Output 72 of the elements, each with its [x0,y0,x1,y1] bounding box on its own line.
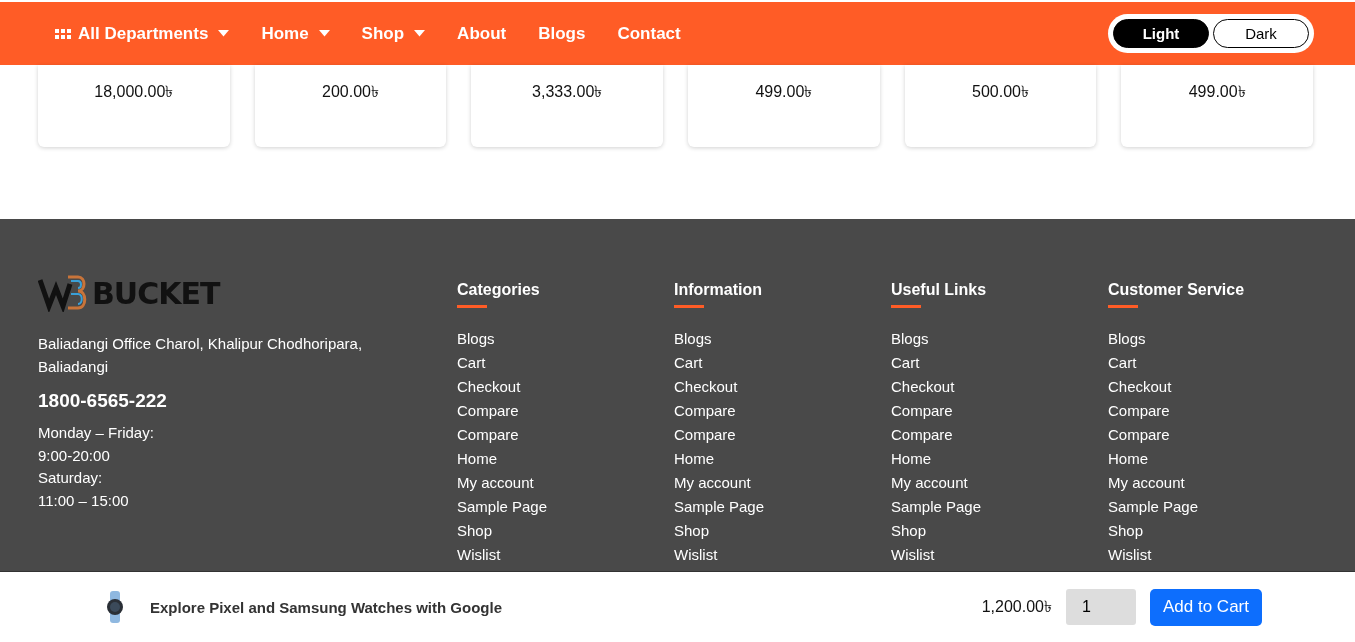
heading-underline [1108,305,1138,308]
footer-link[interactable]: Shop [457,519,493,543]
column-heading: Useful Links [891,281,987,299]
footer-link[interactable]: Checkout [674,375,738,399]
footer-link[interactable]: My account [457,471,534,495]
product-price: 3,333.00৳ [532,82,603,99]
footer-link[interactable]: My account [1108,471,1185,495]
heading-underline [457,305,487,308]
footer-link[interactable]: Compare [891,423,953,447]
caret-icon [414,30,426,37]
footer-link[interactable]: Checkout [457,375,521,399]
footer-link[interactable]: Sample Page [891,495,982,519]
footer-link[interactable]: Wislist [891,543,935,567]
product-price: 18,000.00৳ [94,82,174,99]
heading-underline [674,305,704,308]
quantity-field[interactable]: 1 [1066,589,1136,625]
footer-link[interactable]: Compare [1108,399,1170,423]
footer-link[interactable]: Compare [674,399,736,423]
footer-link[interactable]: Compare [891,399,953,423]
footer-link[interactable]: Shop [1108,519,1144,543]
footer-link[interactable]: Cart [891,351,920,375]
footer-link[interactable]: Home [891,447,931,471]
footer-link[interactable]: Cart [674,351,703,375]
footer-link[interactable]: Blogs [891,327,929,351]
footer-link[interactable]: Shop [891,519,927,543]
product-price: 499.00৳ [755,82,813,99]
footer-link[interactable]: Checkout [1108,375,1172,399]
footer-link[interactable]: Blogs [457,327,495,351]
product-price: 200.00৳ [322,82,379,99]
footer-link[interactable]: Cart [457,351,486,375]
footer-link[interactable]: Compare [1108,423,1170,447]
logo-text: BUCKET [92,275,220,311]
caret-icon [218,30,230,37]
watch-icon [105,591,125,623]
footer-link[interactable]: My account [674,471,751,495]
footer-link[interactable]: Compare [457,423,519,447]
column-heading: Categories [457,281,540,299]
footer-link[interactable]: Sample Page [674,495,765,519]
heading-underline [891,305,921,308]
footer-link[interactable]: Shop [674,519,710,543]
footer-link[interactable]: Home [674,447,714,471]
footer-link[interactable]: Wislist [1108,543,1152,567]
product-price: 499.00৳ [1188,82,1246,99]
footer-link[interactable]: Compare [457,399,519,423]
address-text: Baliadangi Office Charol, Khalipur Chodhoripara, Baliadangi [38,334,364,377]
product-name: Explore Pixel and Samsung Watches with Google [150,598,503,616]
footer-link[interactable]: Compare [674,423,736,447]
column-heading: Information [674,281,762,299]
footer-link[interactable]: Blogs [674,327,712,351]
caret-icon [318,30,330,37]
footer-link[interactable]: Wislist [457,543,501,567]
hours-text: Monday – Friday: [38,423,155,443]
footer-link[interactable]: Checkout [891,375,955,399]
footer-link[interactable]: Blogs [1108,327,1146,351]
phone-number: 1800-6565-222 [38,390,168,412]
footer-link[interactable]: Sample Page [457,495,548,519]
add-to-cart-button[interactable]: Add to Cart [1150,588,1262,626]
footer-link[interactable]: Home [1108,447,1148,471]
grid-icon [55,28,71,39]
footer-link[interactable]: Home [457,447,497,471]
footer-link[interactable]: Sample Page [1108,495,1199,519]
footer-link[interactable]: Wislist [674,543,718,567]
theme-option[interactable]: Light [1113,19,1209,48]
footer-link[interactable]: Cart [1108,351,1137,375]
hours-text: Saturday: [38,468,104,488]
hours-text: 11:00 – 15:00 [38,490,130,511]
theme-option[interactable]: Dark [1213,19,1309,48]
footer-link[interactable]: My account [891,471,968,495]
hours-text: 9:00-20:00 [38,445,111,466]
column-heading: Customer Service [1108,281,1245,299]
product-price: 500.00৳ [972,82,1029,99]
product-price: 1,200.00৳ [981,596,1052,617]
